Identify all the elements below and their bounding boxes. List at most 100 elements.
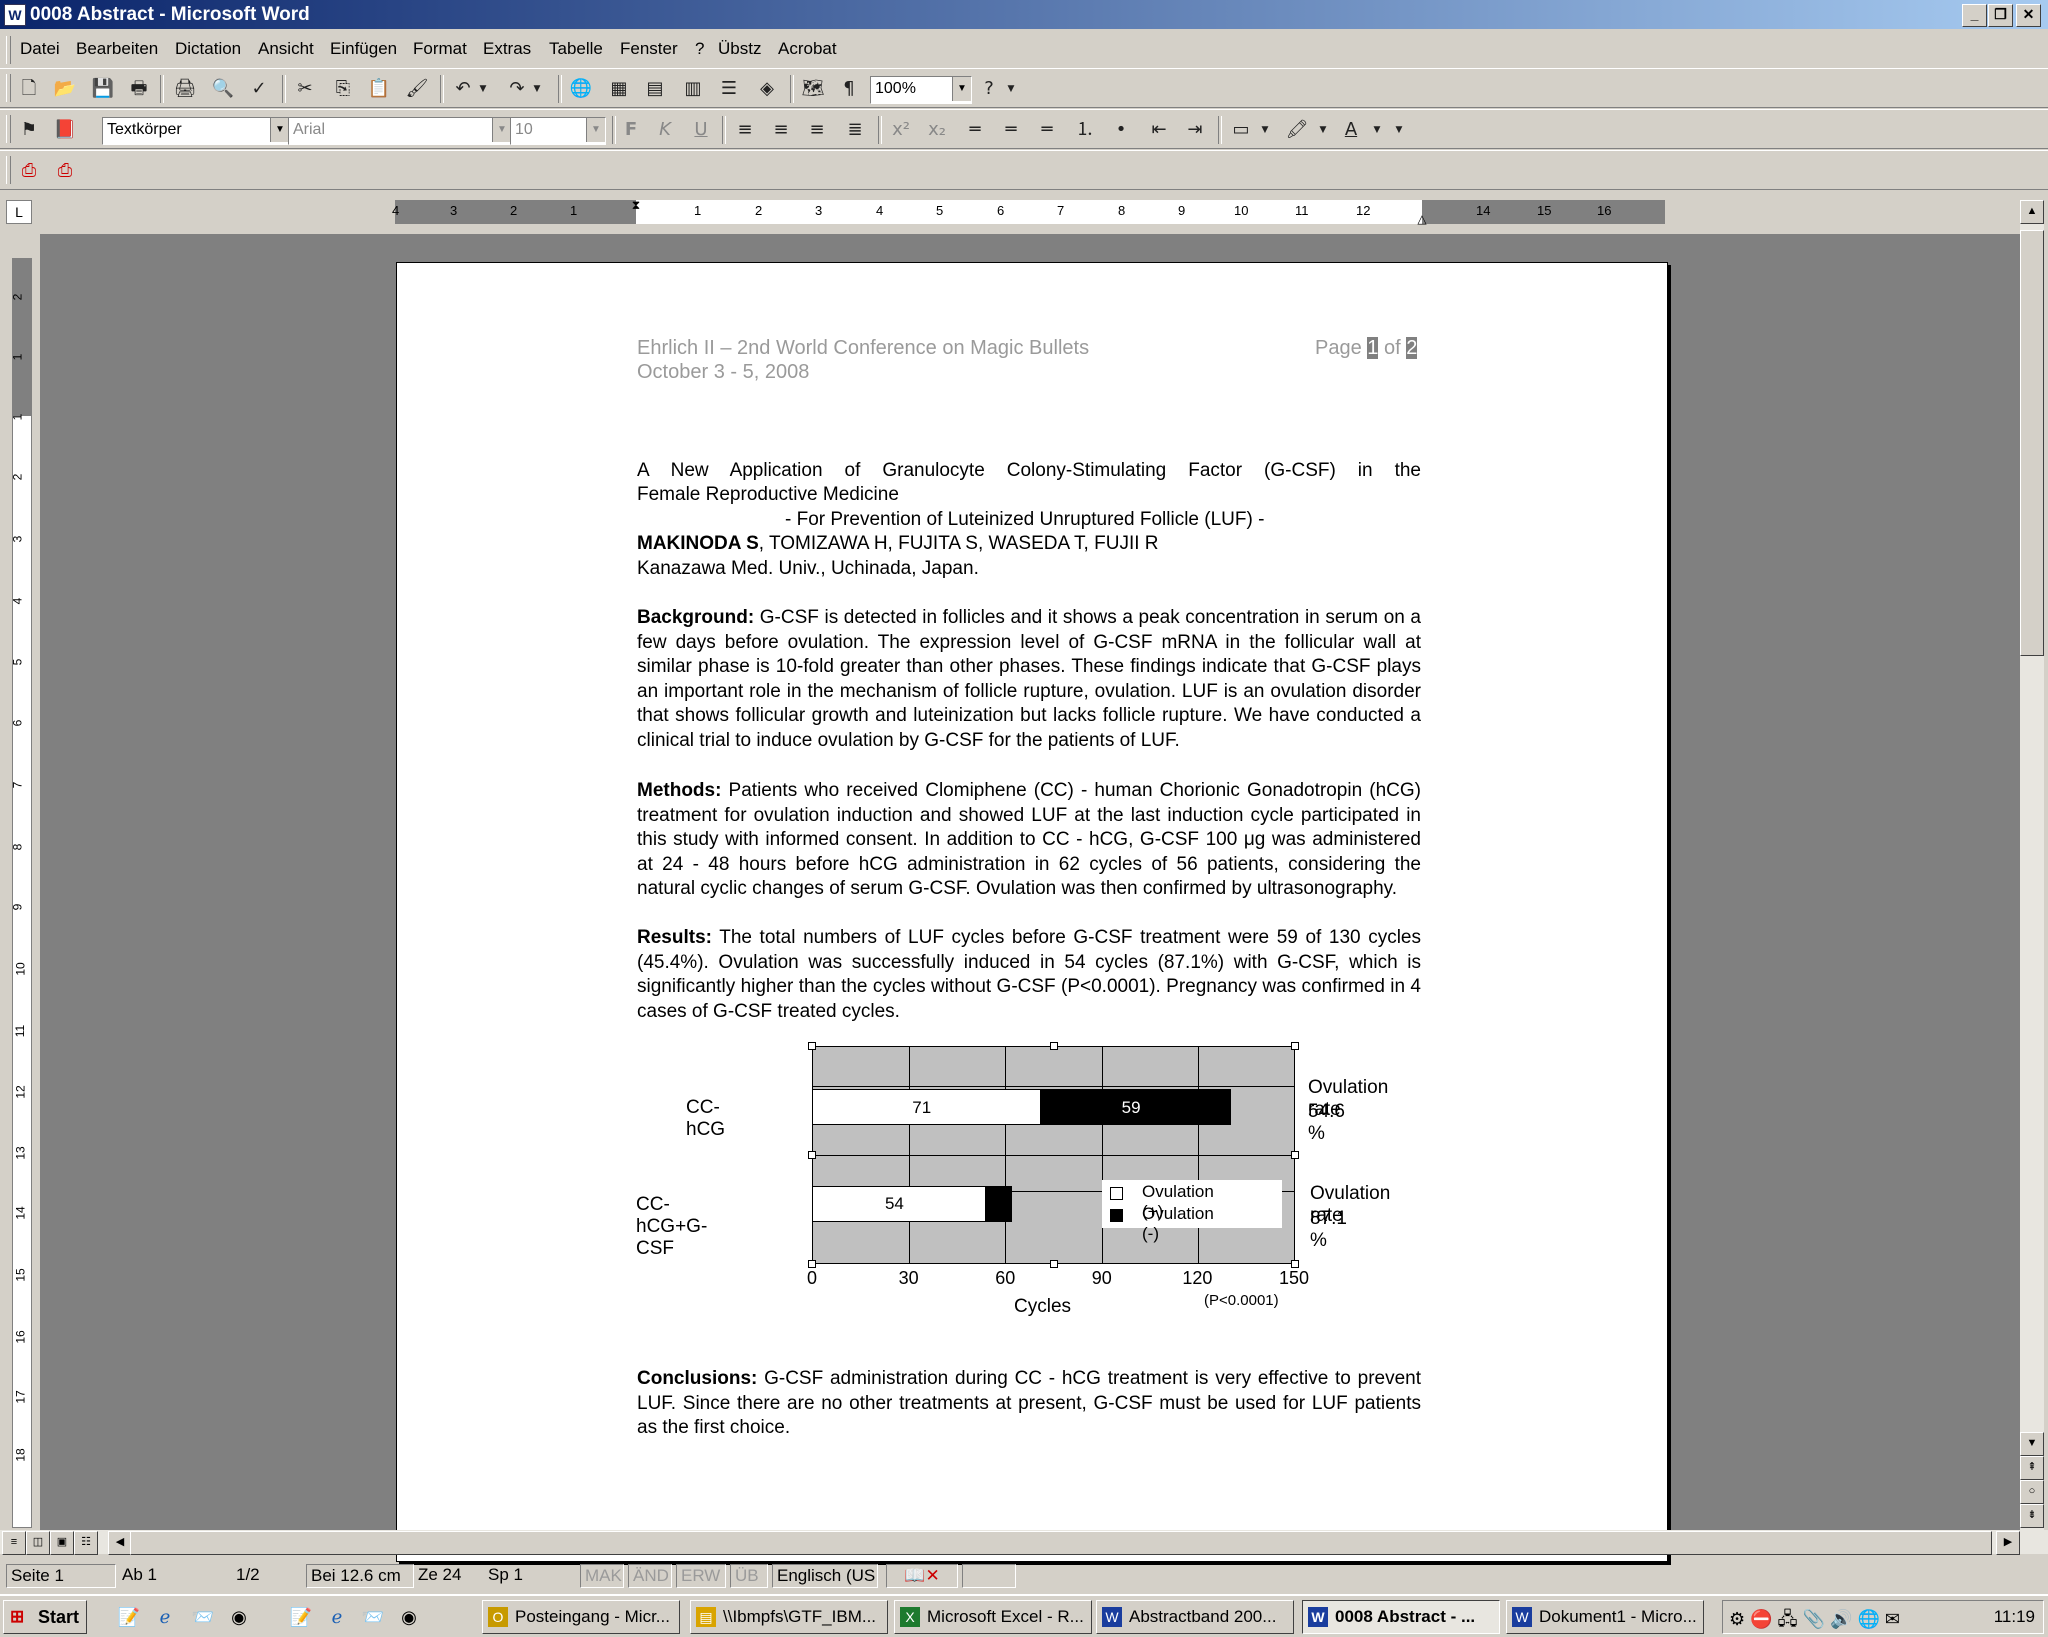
align-left-icon[interactable]: ≡ — [732, 117, 758, 143]
scroll-right-icon[interactable]: ▶ — [1996, 1531, 2020, 1555]
menu-dictation[interactable]: Dictation — [175, 39, 241, 59]
print-icon[interactable]: 🖨 — [172, 76, 198, 102]
spelling-status-icon[interactable]: 📖✕ — [886, 1564, 958, 1588]
columns-icon[interactable]: ☰ — [716, 76, 742, 102]
taskbar-button[interactable]: ▤ \\Ibmpfs\GTF_IBM... — [690, 1600, 888, 1634]
cut-icon[interactable]: ✂ — [292, 76, 318, 102]
align-center-icon[interactable]: ≡ — [768, 117, 794, 143]
spelling-check-icon[interactable]: ✓ — [246, 76, 272, 102]
borders-dropdown-icon[interactable]: ▼ — [1258, 117, 1272, 143]
convert-to-pdf-icon[interactable]: ⎙ — [16, 158, 42, 184]
underline-icon[interactable]: U — [688, 117, 714, 143]
status-language[interactable]: Englisch (US — [772, 1564, 878, 1588]
outlook-quicklaunch-icon[interactable]: 📝 — [116, 1604, 142, 1630]
menu-einfuegen[interactable]: Einfügen — [330, 39, 397, 59]
toolbar-grip[interactable] — [6, 156, 11, 184]
highlight-dropdown-icon[interactable]: ▼ — [1316, 117, 1330, 143]
redo-icon[interactable]: ↷ — [504, 76, 530, 102]
menu-fenster[interactable]: Fenster — [620, 39, 678, 59]
print-preview-icon[interactable]: 🔍 — [210, 76, 236, 102]
status-extend[interactable]: ERW — [676, 1564, 726, 1588]
font-color-icon[interactable]: A — [1338, 117, 1364, 143]
scroll-thumb[interactable] — [2020, 230, 2044, 656]
undo-icon[interactable]: ↶ — [450, 76, 476, 102]
line-spacing-15-icon[interactable]: ═ — [998, 117, 1024, 143]
tray-icons[interactable]: ⚙ ⛔ 🖧 📎 🔊 🌐 ✉ — [1729, 1607, 1900, 1637]
chevron-down-icon[interactable]: ▼ — [952, 77, 971, 101]
taskbar-button[interactable]: W Abstractband 200... — [1096, 1600, 1294, 1634]
chevron-down-icon[interactable]: ▼ — [270, 118, 289, 142]
status-overtype[interactable]: ÜB — [730, 1564, 768, 1588]
justify-icon[interactable]: ≣ — [842, 117, 868, 143]
internet-explorer-icon-2[interactable]: ℯ — [324, 1604, 350, 1630]
numbering-icon[interactable]: ⒈ — [1072, 117, 1098, 143]
horizontal-scroll-thumb[interactable] — [130, 1531, 1992, 1555]
menu-format[interactable]: Format — [413, 39, 467, 59]
restore-button[interactable]: ❐ — [1988, 4, 2013, 27]
paste-icon[interactable]: 📋 — [366, 76, 392, 102]
toolbar-options-icon[interactable]: ▼ — [1392, 117, 1406, 143]
style-combo[interactable]: Textkörper ▼ — [102, 117, 290, 145]
increase-indent-icon[interactable]: ⇥ — [1182, 117, 1208, 143]
show-hide-pilcrow-icon[interactable]: ¶ — [836, 76, 862, 102]
print-setup-icon[interactable]: 🖶 — [126, 76, 152, 102]
line-spacing-1-icon[interactable]: ═ — [962, 117, 988, 143]
horizontal-scrollbar[interactable]: ≡ ◫ ▣ ☷ ◀ ▶ — [0, 1530, 2048, 1555]
menu-extras[interactable]: Extras — [483, 39, 531, 59]
font-size-combo[interactable]: 10 ▼ — [510, 117, 606, 145]
media-player-icon-2[interactable]: ◉ — [396, 1604, 422, 1630]
next-page-icon[interactable]: ⇟ — [2020, 1504, 2044, 1528]
internet-explorer-icon[interactable]: ℯ — [152, 1604, 178, 1630]
scroll-down-icon[interactable]: ▼ — [2020, 1432, 2044, 1456]
document-map-icon[interactable]: 🗺 — [800, 76, 826, 102]
menu-bearbeiten[interactable]: Bearbeiten — [76, 39, 158, 59]
redo-dropdown-icon[interactable]: ▼ — [530, 76, 544, 102]
drawing-icon[interactable]: ◈ — [754, 76, 780, 102]
open-folder-icon[interactable]: 📂 — [52, 76, 78, 102]
web-view-icon[interactable]: ◫ — [26, 1531, 50, 1555]
insert-excel-icon[interactable]: ▥ — [680, 76, 706, 102]
previous-page-icon[interactable]: ⇞ — [2020, 1456, 2044, 1480]
taskbar-button[interactable]: O Posteingang - Micr... — [482, 1600, 680, 1634]
word-doc-icon[interactable]: W — [4, 4, 26, 26]
line-spacing-2-icon[interactable]: ═ — [1034, 117, 1060, 143]
print-layout-view-icon[interactable]: ▣ — [50, 1531, 74, 1555]
menu-help[interactable]: ? — [695, 39, 704, 59]
vertical-scrollbar[interactable]: ▲ ▼ ⇞ ○ ⇟ — [2020, 200, 2044, 1530]
select-browse-object-icon[interactable]: ○ — [2020, 1480, 2044, 1504]
menu-uebstz[interactable]: Übstz — [718, 39, 761, 59]
outlook-express-icon[interactable]: 📨 — [190, 1604, 216, 1630]
undo-dropdown-icon[interactable]: ▼ — [476, 76, 490, 102]
zoom-combo[interactable]: 100% ▼ — [870, 76, 972, 104]
status-track-changes[interactable]: ÄND — [628, 1564, 672, 1588]
scroll-left-icon[interactable]: ◀ — [108, 1531, 132, 1555]
indent-marker-icon[interactable]: ⧗ — [630, 198, 642, 228]
styles-pane-icon[interactable]: ⚑ — [16, 117, 42, 143]
outlook-express-icon-2[interactable]: 📨 — [360, 1604, 386, 1630]
toolbar-options-icon[interactable]: ▼ — [1004, 76, 1018, 102]
media-player-icon[interactable]: ◉ — [226, 1604, 252, 1630]
taskbar-button[interactable]: W Dokument1 - Micro... — [1506, 1600, 1704, 1634]
menu-ansicht[interactable]: Ansicht — [258, 39, 314, 59]
status-macro-record[interactable]: MAK — [580, 1564, 624, 1588]
help-icon[interactable]: ? — [976, 76, 1002, 102]
insert-table-icon[interactable]: ▤ — [642, 76, 668, 102]
italic-icon[interactable]: K — [652, 117, 678, 143]
tab-selector-icon[interactable]: L — [6, 200, 32, 224]
taskbar-button[interactable]: X Microsoft Excel - R... — [894, 1600, 1092, 1634]
menu-datei[interactable]: Datei — [20, 39, 60, 59]
save-icon[interactable]: 💾 — [90, 76, 116, 102]
superscript-icon[interactable]: x² — [888, 117, 914, 143]
menu-tabelle[interactable]: Tabelle — [549, 39, 603, 59]
menu-acrobat[interactable]: Acrobat — [778, 39, 837, 59]
outline-view-icon[interactable]: ☷ — [74, 1531, 98, 1555]
document-page[interactable]: Ehrlich II – 2nd World Conference on Mag… — [396, 262, 1668, 1562]
reveal-formatting-icon[interactable]: 📕 — [52, 117, 78, 143]
font-combo[interactable]: Arial ▼ — [288, 117, 512, 145]
chevron-down-icon[interactable]: ▼ — [586, 118, 605, 142]
highlight-icon[interactable]: 🖍 — [1284, 117, 1310, 143]
normal-view-icon[interactable]: ≡ — [2, 1531, 26, 1555]
hyperlink-icon[interactable]: 🌐 — [568, 76, 594, 102]
new-document-icon[interactable]: 🗋 — [16, 76, 42, 102]
close-button[interactable]: ✕ — [2016, 4, 2041, 27]
